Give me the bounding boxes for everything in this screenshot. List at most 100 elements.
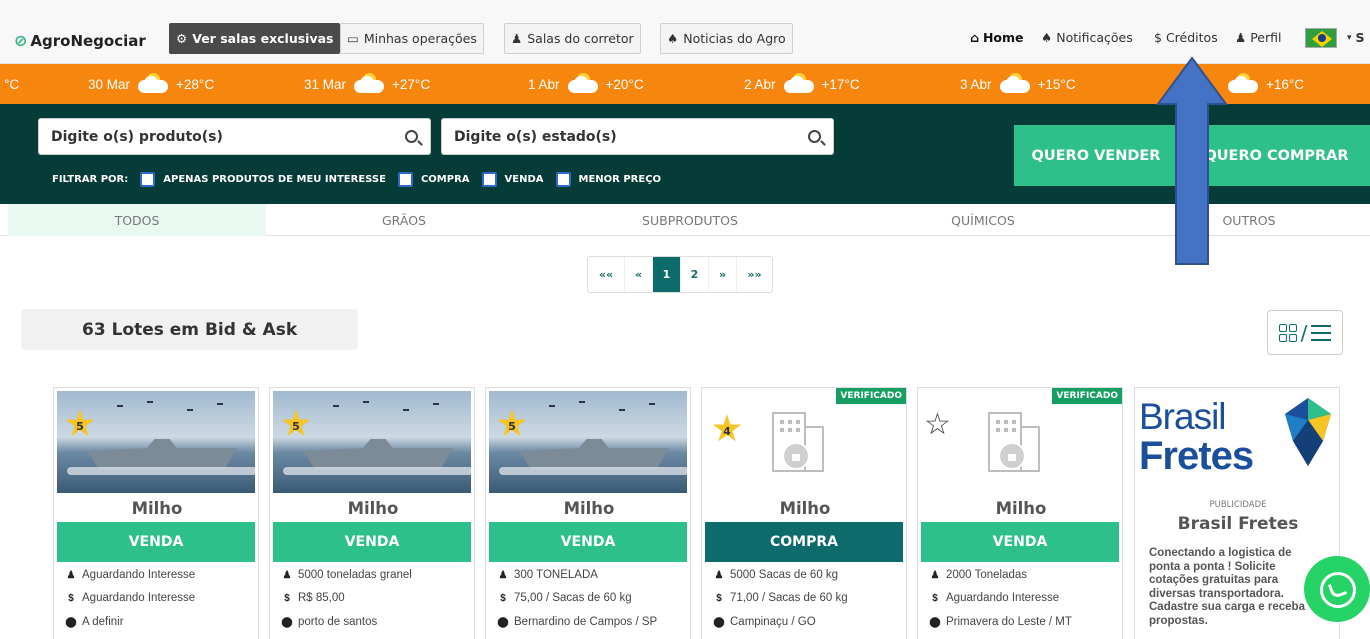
brazil-flag-icon[interactable] xyxy=(1305,28,1337,48)
nav-profile-link[interactable]: ♟ Perfil xyxy=(1235,30,1282,45)
page-first-button[interactable]: «« xyxy=(588,257,624,292)
gear-icon: ⚙ xyxy=(176,31,188,46)
dollar-icon: $ xyxy=(284,592,290,604)
page-next-button[interactable]: » xyxy=(708,257,736,292)
person-icon: ♟ xyxy=(498,569,508,581)
map-pin-logo-icon xyxy=(1285,398,1331,466)
card-type-badge[interactable]: VENDA xyxy=(273,522,471,562)
weather-item: 2 Abr +17°C xyxy=(744,64,860,104)
want-to-sell-button[interactable]: QUERO VENDER xyxy=(1014,125,1178,186)
card-quantity: ♟ 5000 Sacas de 60 kg xyxy=(714,569,839,581)
dollar-icon: $ xyxy=(1154,30,1162,45)
search-icon[interactable] xyxy=(405,130,418,143)
product-search-input[interactable]: Digite o(s) produto(s) xyxy=(38,118,431,155)
filter-lowest-price-checkbox[interactable] xyxy=(555,172,571,187)
card-price: $75,00 / Sacas de 60 kg xyxy=(498,592,631,604)
users-icon: ♟ xyxy=(511,31,523,46)
card-price: $ Aguardando Interesse xyxy=(930,592,1059,604)
cloud-sun-icon xyxy=(566,73,600,95)
page-prev-button[interactable]: « xyxy=(624,257,652,292)
card-type-badge[interactable]: VENDA xyxy=(921,522,1119,562)
cloud-sun-icon xyxy=(1226,73,1260,95)
view-toggle[interactable]: / xyxy=(1267,310,1343,355)
weather-item: +16°C xyxy=(1226,64,1304,104)
filter-interest-checkbox[interactable] xyxy=(140,172,156,187)
ad-logo-line2: Fretes xyxy=(1139,434,1254,478)
inbox-icon: ▭ xyxy=(347,31,359,46)
map-pin-icon: ⬤ xyxy=(713,616,725,628)
card-price: $71,00 / Sacas de 60 kg xyxy=(714,592,847,604)
lots-count-title: 63 Lotes em Bid & Ask xyxy=(21,309,358,350)
nav-notifications-link[interactable]: ♠ Notificações xyxy=(1041,30,1133,45)
lot-card[interactable]: 5 Milho VENDA ♟ Aguardando Interesse $ Agu… xyxy=(53,387,259,639)
map-pin-icon: ⬤ xyxy=(65,616,77,628)
state-search-input[interactable]: Digite o(s) estado(s) xyxy=(441,118,834,155)
page-last-button[interactable]: »» xyxy=(736,257,772,292)
card-location: ⬤ porto de santos xyxy=(281,616,378,628)
weather-item: 30 Mar +28°C xyxy=(88,64,214,104)
card-quantity: ♟ 300 TONELADA xyxy=(498,569,598,581)
tab-chemicals[interactable]: QUÍMICOS xyxy=(838,204,1128,236)
ship-image: 5 xyxy=(57,391,255,493)
caret-down-icon: ▾ xyxy=(1347,32,1352,43)
filter-sell-checkbox[interactable] xyxy=(481,172,497,187)
lot-card[interactable]: 5 Milho VENDA ♟ 300 TONELADA $75,00 / Sac… xyxy=(485,387,691,639)
map-pin-icon: ⬤ xyxy=(281,616,293,628)
weather-item: 1 Abr +20°C xyxy=(528,64,644,104)
agro-news-button[interactable]: ♠ Noticias do Agro xyxy=(660,23,793,54)
dollar-icon: $ xyxy=(932,592,938,604)
filter-buy-checkbox[interactable] xyxy=(397,172,413,187)
logo-text: AgroNegociar xyxy=(30,31,146,50)
weather-item: 31 Mar +27°C xyxy=(304,64,430,104)
building-lock-icon xyxy=(768,408,828,476)
pagination: «« « 1 2 » »» xyxy=(587,256,773,293)
map-pin-icon: ⬤ xyxy=(497,616,509,628)
tab-grains[interactable]: GRÃOS xyxy=(266,204,542,236)
lot-card[interactable]: 4 VERIFICADO Milho COMPRA ♟ 5000 Sacas de… xyxy=(701,387,907,639)
card-title: Milho xyxy=(779,499,831,518)
rating-star-icon: 5 xyxy=(65,409,95,437)
star-outline-icon[interactable]: ☆ xyxy=(924,410,951,440)
lot-card[interactable]: ☆ VERIFICADO Milho VENDA ♟ 2000 Toneladas… xyxy=(917,387,1123,639)
bell-icon: ♠ xyxy=(1041,30,1053,45)
tab-byproducts[interactable]: SUBPRODUTOS xyxy=(542,204,838,236)
logo[interactable]: ⊘ AgroNegociar xyxy=(14,31,146,50)
whatsapp-chat-button[interactable] xyxy=(1304,556,1370,622)
card-title: Milho xyxy=(347,499,399,518)
dollar-icon: $ xyxy=(68,592,74,604)
card-price: $ R$ 85,00 xyxy=(282,592,344,604)
rating-star-icon: 4 xyxy=(712,414,742,442)
list-view-icon[interactable] xyxy=(1311,324,1332,341)
filter-row: FILTRAR POR: APENAS PRODUTOS DE MEU INTE… xyxy=(52,172,662,187)
building-lock-icon xyxy=(984,408,1044,476)
card-quantity: ♟ 5000 toneladas granel xyxy=(282,569,412,581)
page-1-button[interactable]: 1 xyxy=(652,257,680,292)
filter-label: FILTRAR POR: xyxy=(52,174,129,185)
grid-view-icon[interactable] xyxy=(1278,323,1297,342)
exclusive-rooms-button[interactable]: ⚙ Ver salas exclusivas xyxy=(169,23,341,54)
weather-item: °C xyxy=(4,76,20,92)
dollar-icon: $ xyxy=(500,592,506,604)
search-icon[interactable] xyxy=(808,130,821,143)
card-title: Milho xyxy=(995,499,1047,518)
card-location: ⬤ Campinaçu / GO xyxy=(713,616,816,628)
card-type-badge[interactable]: VENDA xyxy=(57,522,255,562)
annotation-arrow-icon xyxy=(1156,56,1228,265)
card-location: ⬤ Bernardino de Campos / SP xyxy=(497,616,658,628)
my-operations-button[interactable]: ▭ Minhas operações xyxy=(340,23,484,54)
nav-home-link[interactable]: ⌂ Home xyxy=(970,30,1024,45)
ad-label: PUBLICIDADE xyxy=(1209,500,1267,510)
cloud-sun-icon xyxy=(352,73,386,95)
card-quantity: ♟ 2000 Toneladas xyxy=(930,569,1027,581)
language-dropdown[interactable]: ▾ S xyxy=(1347,30,1365,45)
card-type-badge[interactable]: COMPRA xyxy=(705,522,903,562)
broker-rooms-button[interactable]: ♟ Salas do corretor xyxy=(504,23,641,54)
rating-star-icon: 5 xyxy=(281,409,311,437)
card-type-badge[interactable]: VENDA xyxy=(489,522,687,562)
nav-credits-link[interactable]: $ Créditos xyxy=(1154,30,1218,45)
page-2-button[interactable]: 2 xyxy=(680,257,708,292)
tab-all[interactable]: TODOS xyxy=(8,204,266,236)
card-title: Milho xyxy=(131,499,183,518)
cloud-sun-icon xyxy=(998,73,1032,95)
lot-card[interactable]: 5 Milho VENDA ♟ 5000 toneladas granel $ R$… xyxy=(269,387,475,639)
